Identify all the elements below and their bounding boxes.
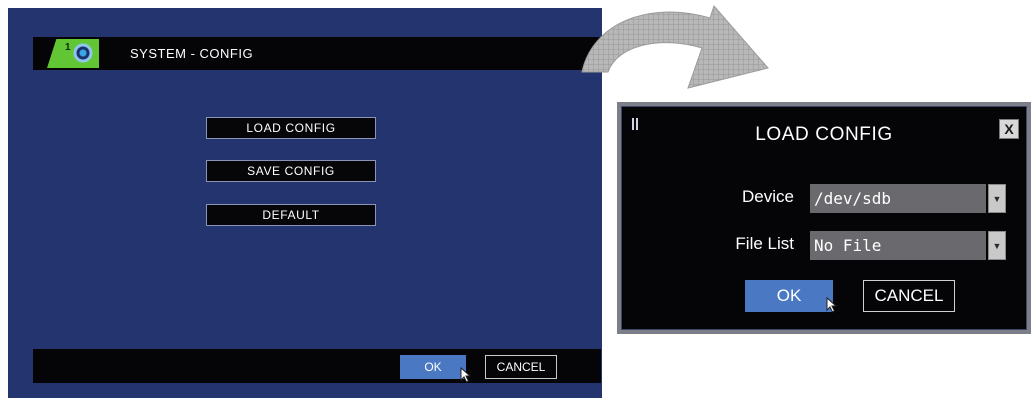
file-list-label: File List <box>735 234 794 253</box>
system-config-screen: 1 SYSTEM - CONFIG LOAD CONFIG SAVE CONFI… <box>8 8 602 398</box>
mouse-cursor-icon <box>826 297 838 313</box>
cancel-button[interactable]: CANCEL <box>485 355 557 379</box>
ok-button[interactable]: OK <box>400 355 466 379</box>
load-config-dialog: LOAD CONFIG X Device /dev/sdb ▼ File Lis… <box>617 102 1031 334</box>
title-bar: 1 SYSTEM - CONFIG <box>33 37 601 70</box>
device-select[interactable]: /dev/sdb <box>810 184 986 213</box>
save-config-button[interactable]: SAVE CONFIG <box>206 160 376 182</box>
dialog-cancel-button[interactable]: CANCEL <box>863 280 955 312</box>
mouse-cursor-icon <box>460 367 472 383</box>
dialog-body: LOAD CONFIG X Device /dev/sdb ▼ File Lis… <box>621 106 1027 330</box>
gear-logo-icon: 1 <box>47 39 99 68</box>
logo-badge: 1 <box>65 42 71 53</box>
default-button[interactable]: DEFAULT <box>206 204 376 226</box>
file-list-select[interactable]: No File <box>810 231 986 260</box>
dialog-ok-button[interactable]: OK <box>745 280 833 312</box>
load-config-button[interactable]: LOAD CONFIG <box>206 117 376 139</box>
curved-arrow-icon <box>581 5 769 89</box>
device-label: Device <box>742 187 794 206</box>
chevron-down-icon[interactable]: ▼ <box>988 231 1006 260</box>
bottom-bar: OK CANCEL <box>33 349 601 383</box>
page-title: SYSTEM - CONFIG <box>130 46 254 61</box>
chevron-down-icon[interactable]: ▼ <box>988 184 1006 213</box>
gear-icon <box>73 43 93 63</box>
dialog-title: LOAD CONFIG <box>755 124 893 145</box>
close-icon[interactable]: X <box>999 119 1019 139</box>
